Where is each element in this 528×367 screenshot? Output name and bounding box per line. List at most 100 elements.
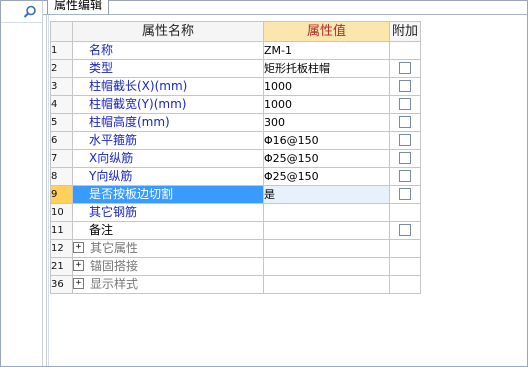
extra-cell: [389, 131, 421, 150]
row-number: 1: [50, 41, 73, 60]
property-name-label: 柱帽高度(mm): [89, 115, 170, 129]
group-label: 显示样式: [90, 277, 139, 291]
extra-cell: [389, 59, 421, 78]
row-number: 8: [50, 167, 73, 186]
extra-cell: [389, 257, 421, 276]
table-row[interactable]: 1 名称 ZM-1: [50, 41, 421, 60]
divider: [48, 15, 49, 366]
property-name[interactable]: 水平箍筋: [72, 131, 264, 150]
property-value[interactable]: [263, 221, 390, 240]
property-name[interactable]: Y向纵筋: [72, 167, 264, 186]
row-number: 10: [50, 203, 73, 222]
extra-cell: [389, 77, 421, 96]
property-name[interactable]: X向纵筋: [72, 149, 264, 168]
property-value[interactable]: 是: [263, 185, 390, 204]
extra-cell: [389, 113, 421, 132]
property-table: 属性名称 属性值 附加 1 名称 ZM-1 2 类型 矩形托板柱帽 3 柱帽截长…: [50, 21, 421, 294]
property-name-label: 柱帽截长(X)(mm): [89, 79, 188, 93]
property-name[interactable]: 柱帽高度(mm): [72, 113, 264, 132]
table-group-row[interactable]: 36 + 显示样式: [50, 275, 421, 294]
window-frame: 属性编辑 属性名称 属性值 附加 1 名称 ZM-1 2 类型 矩形托板柱帽 3…: [0, 0, 528, 367]
group-value: [263, 257, 390, 276]
extra-cell: [389, 203, 421, 222]
row-number: 21: [50, 257, 73, 276]
property-name[interactable]: 是否按板边切割: [72, 185, 264, 204]
extra-checkbox[interactable]: [399, 115, 411, 128]
table-row[interactable]: 8 Y向纵筋 Φ25@150: [50, 167, 421, 186]
property-value[interactable]: 300: [263, 113, 390, 132]
group-label: 锚固搭接: [90, 259, 139, 273]
table-row[interactable]: 4 柱帽截宽(Y)(mm) 1000: [50, 95, 421, 114]
property-name-label: X向纵筋: [89, 151, 134, 165]
property-value[interactable]: 矩形托板柱帽: [263, 59, 390, 78]
property-value[interactable]: ZM-1: [263, 41, 390, 60]
extra-cell: [389, 239, 421, 258]
property-value[interactable]: 1000: [263, 95, 390, 114]
property-value[interactable]: [263, 203, 390, 222]
left-panel: [1, 1, 43, 366]
extra-checkbox[interactable]: [399, 151, 411, 164]
header-corner: [50, 21, 73, 42]
property-value[interactable]: Φ25@150: [263, 167, 390, 186]
expand-plus-icon[interactable]: +: [73, 242, 84, 253]
header-property-name[interactable]: 属性名称: [72, 21, 264, 42]
property-name[interactable]: 备注: [72, 221, 264, 240]
extra-checkbox[interactable]: [399, 223, 411, 236]
table-group-row[interactable]: 12 + 其它属性: [50, 239, 421, 258]
expand-plus-icon[interactable]: +: [73, 260, 84, 271]
property-panel: 属性名称 属性值 附加 1 名称 ZM-1 2 类型 矩形托板柱帽 3 柱帽截长…: [43, 15, 527, 366]
property-name[interactable]: 柱帽截宽(Y)(mm): [72, 95, 264, 114]
group-value: [263, 239, 390, 258]
property-name[interactable]: 柱帽截长(X)(mm): [72, 77, 264, 96]
group-value: [263, 275, 390, 294]
property-name-label: 类型: [89, 61, 114, 75]
table-row-selected[interactable]: 9 是否按板边切割 是: [50, 185, 421, 204]
divider: [1, 22, 42, 23]
property-name-label: 备注: [89, 223, 114, 237]
property-name[interactable]: 其它钢筋: [72, 203, 264, 222]
tab-property-editor[interactable]: 属性编辑: [47, 0, 110, 14]
table-row[interactable]: 3 柱帽截长(X)(mm) 1000: [50, 77, 421, 96]
extra-cell: [389, 185, 421, 204]
search-icon: [23, 5, 36, 18]
table-row[interactable]: 10 其它钢筋: [50, 203, 421, 222]
table-group-row[interactable]: 21 + 锚固搭接: [50, 257, 421, 276]
expand-plus-icon[interactable]: +: [73, 278, 84, 289]
divider: [46, 15, 47, 366]
extra-checkbox[interactable]: [399, 133, 411, 146]
search-button[interactable]: [22, 4, 38, 20]
row-number: 11: [50, 221, 73, 240]
property-value[interactable]: Φ16@150: [263, 131, 390, 150]
table-row[interactable]: 11 备注: [50, 221, 421, 240]
table-row[interactable]: 5 柱帽高度(mm) 300: [50, 113, 421, 132]
table-row[interactable]: 6 水平箍筋 Φ16@150: [50, 131, 421, 150]
table-row[interactable]: 7 X向纵筋 Φ25@150: [50, 149, 421, 168]
extra-cell: [389, 275, 421, 294]
property-name[interactable]: 名称: [72, 41, 264, 60]
extra-cell: [389, 95, 421, 114]
tab-strip: 属性编辑: [43, 0, 527, 15]
extra-checkbox[interactable]: [399, 169, 411, 182]
extra-checkbox[interactable]: [399, 79, 411, 92]
group-name[interactable]: + 其它属性: [72, 239, 264, 258]
property-name-label: Y向纵筋: [89, 169, 133, 183]
header-extra[interactable]: 附加: [389, 21, 421, 42]
property-value[interactable]: Φ25@150: [263, 149, 390, 168]
extra-checkbox[interactable]: [399, 187, 411, 200]
group-name[interactable]: + 显示样式: [72, 275, 264, 294]
header-property-value[interactable]: 属性值: [263, 21, 390, 42]
table-row[interactable]: 2 类型 矩形托板柱帽: [50, 59, 421, 78]
property-name[interactable]: 类型: [72, 59, 264, 78]
row-number: 6: [50, 131, 73, 150]
table-header-row: 属性名称 属性值 附加: [50, 21, 421, 42]
row-number: 4: [50, 95, 73, 114]
extra-cell: [389, 167, 421, 186]
group-label: 其它属性: [90, 241, 139, 255]
group-name[interactable]: + 锚固搭接: [72, 257, 264, 276]
extra-checkbox[interactable]: [399, 61, 411, 74]
row-number: 5: [50, 113, 73, 132]
extra-cell: [389, 221, 421, 240]
row-number: 2: [50, 59, 73, 78]
extra-checkbox[interactable]: [399, 97, 411, 110]
property-value[interactable]: 1000: [263, 77, 390, 96]
